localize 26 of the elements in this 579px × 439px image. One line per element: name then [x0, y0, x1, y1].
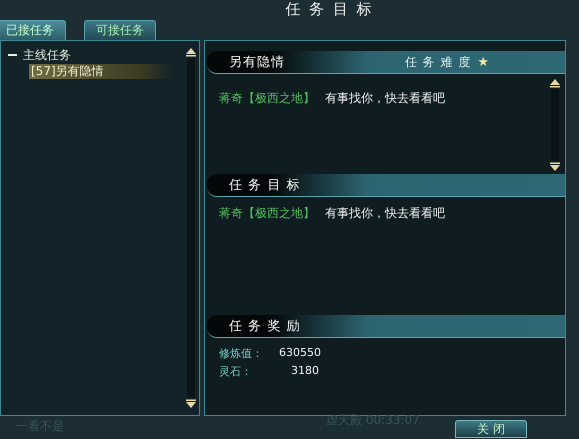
scrollbar-track[interactable] [551, 89, 559, 161]
scroll-down-icon[interactable] [549, 162, 561, 172]
close-button[interactable]: 关 闭 [455, 420, 527, 438]
star-icon: ★ [477, 54, 489, 70]
scroll-up-icon[interactable] [549, 78, 561, 88]
section-title: 任 务 奖 励 [229, 318, 300, 335]
scrollbar-track[interactable] [187, 58, 195, 398]
reward-value: 630550 [279, 346, 319, 361]
objective-text: 有事找你，快去看看吧 [325, 206, 445, 220]
tab[interactable]: 可接任务 [84, 20, 156, 40]
description-text: 有事找你，快去看看吧 [325, 91, 445, 105]
tree-item[interactable]: [57]另有隐情 [29, 64, 171, 79]
tree-item[interactable]: 主线任务 [23, 46, 71, 64]
npc-location: 蒋奇【极西之地】 [219, 91, 315, 105]
reward-label: 灵石： [219, 364, 253, 379]
npc-location: 蒋奇【极西之地】 [219, 206, 315, 220]
reward-value: 3180 [290, 364, 319, 379]
window-title: 任 务 目 标 [285, 0, 374, 18]
section-title: 任 务 目 标 [229, 177, 300, 194]
background-text: 虚天殿 00:33:07 [326, 412, 420, 429]
difficulty-label: 任 务 难 度 [404, 54, 472, 70]
scroll-up-icon[interactable] [185, 47, 197, 57]
tab[interactable]: 已接任务 [0, 20, 66, 40]
scroll-down-icon[interactable] [185, 399, 197, 409]
reward-label: 修炼值： [219, 346, 264, 361]
quest-name: 另有隐情 [229, 54, 285, 71]
